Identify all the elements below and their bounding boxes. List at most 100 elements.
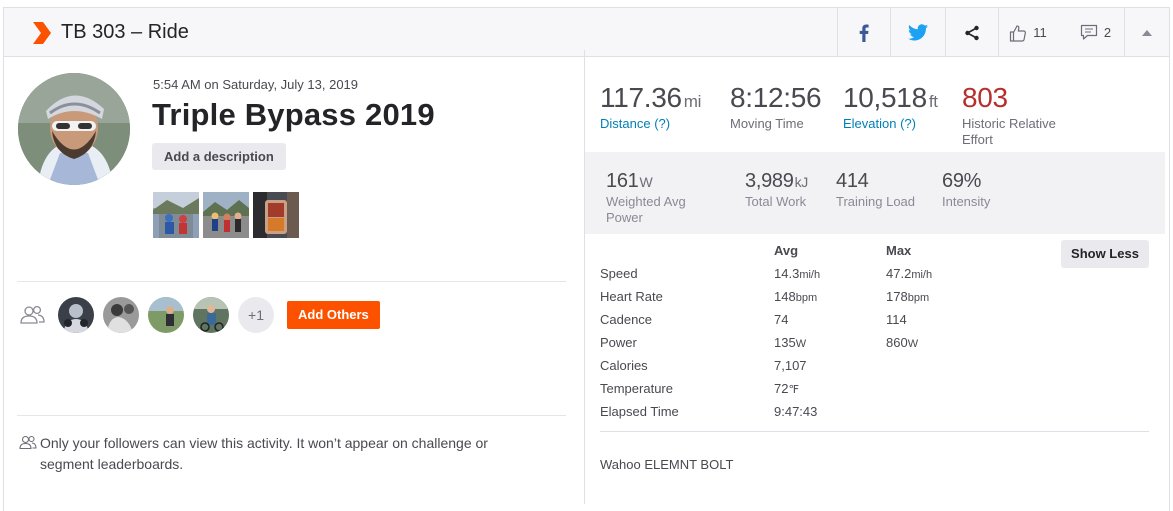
table-header-avg: Avg <box>774 243 799 258</box>
show-less-button[interactable]: Show Less <box>1061 240 1149 268</box>
table-cell-max: 47.2mi/h <box>886 266 932 281</box>
stat-value: 414 <box>836 170 869 192</box>
privacy-notice-line: Only your followers can view this activi… <box>40 435 488 451</box>
table-cell-avg: 135W <box>774 335 806 350</box>
twitter-icon <box>908 24 928 41</box>
stat-value: 803 <box>962 82 1008 113</box>
comment-icon <box>1080 24 1097 40</box>
cell-value: 47.2 <box>886 266 912 281</box>
kudos-count: 11 <box>1033 25 1047 40</box>
table-cell-max: 114 <box>886 312 907 327</box>
cell-value: 148 <box>774 289 796 304</box>
activity-title[interactable]: Triple Bypass 2019 <box>152 97 435 133</box>
section-divider <box>17 281 566 282</box>
stat-label: Training Load <box>836 194 916 209</box>
column-separator <box>584 50 585 504</box>
cell-unit: W <box>907 338 919 350</box>
athlete-avatar[interactable] <box>18 73 130 185</box>
stat-label: Total Work <box>745 194 807 209</box>
table-row-label: Elapsed Time <box>600 404 679 419</box>
cell-value: 178 <box>886 289 908 304</box>
kudos-button[interactable]: 11 <box>998 8 1057 57</box>
table-row-label: Calories <box>600 358 648 373</box>
athlete-photo <box>58 297 94 333</box>
stat-label-line: Weighted Avg <box>606 194 686 209</box>
facebook-share-button[interactable] <box>837 8 890 57</box>
activity-header-title: TB 303 – Ride <box>61 21 189 43</box>
cell-value: 74 <box>774 312 789 327</box>
stat-elevation: 10,518 ft Elevation (?) <box>843 82 938 132</box>
table-row-label: Temperature <box>600 381 673 396</box>
table-row-label: Cadence <box>600 312 653 327</box>
table-cell-avg: 72℉ <box>774 381 799 396</box>
stat-unit: mi <box>683 92 702 111</box>
table-row-label: Power <box>600 335 637 350</box>
table-cell-avg: 148bpm <box>774 289 817 304</box>
add-others-button[interactable]: Add Others <box>287 301 380 329</box>
cell-unit: W <box>795 338 807 350</box>
stat-relative-effort[interactable]: 803 Historic Relative Effort <box>962 82 1056 148</box>
table-row-label: Speed <box>600 266 638 281</box>
stat-unit: ft <box>928 92 938 111</box>
stat-value: 8:12:56 <box>730 82 822 113</box>
stat-label-line: Power <box>606 210 643 225</box>
stat-label: Weighted Avg Power <box>606 194 686 226</box>
comment-count: 2 <box>1103 25 1112 40</box>
more-athletes-button[interactable]: +1 <box>238 297 274 333</box>
cell-value: 135 <box>774 335 796 350</box>
athlete-photo <box>148 297 184 333</box>
cell-value: 14.3 <box>774 266 800 281</box>
group-athlete-avatar[interactable] <box>193 297 229 333</box>
cell-value: 9:47:43 <box>774 404 818 419</box>
stat-weighted-avg-power: 161W Weighted Avg Power <box>606 170 686 226</box>
activity-photo-2[interactable] <box>203 192 249 238</box>
add-description-button[interactable]: Add a description <box>152 143 286 170</box>
activity-photo-3[interactable] <box>253 192 299 238</box>
activity-date: 5:54 AM on Saturday, July 13, 2019 <box>153 77 359 92</box>
stat-value: 10,518 <box>843 82 927 113</box>
group-athlete-avatar[interactable] <box>148 297 184 333</box>
distance-help-link[interactable]: Distance (?) <box>600 116 701 132</box>
table-cell-avg: 14.3mi/h <box>774 266 820 281</box>
stat-value: 117.36 <box>600 82 682 113</box>
strava-logo-icon <box>33 22 51 44</box>
table-header-max: Max <box>886 243 912 258</box>
group-athlete-avatar[interactable] <box>58 297 94 333</box>
activity-photo-1[interactable] <box>153 192 199 238</box>
stat-value: 161 <box>606 170 639 192</box>
device-name: Wahoo ELEMNT BOLT <box>600 457 734 472</box>
stat-value: 3,989 <box>745 170 794 192</box>
collapse-button[interactable] <box>1124 8 1169 57</box>
stat-unit: W <box>639 174 653 190</box>
table-row-label: Heart Rate <box>600 289 663 304</box>
cell-unit: bpm <box>907 292 930 304</box>
stat-label: Historic Relative Effort <box>962 116 1056 148</box>
share-button[interactable] <box>945 8 998 57</box>
stat-value: 69% <box>942 170 982 192</box>
twitter-share-button[interactable] <box>890 8 945 57</box>
table-cell-avg: 9:47:43 <box>774 404 817 419</box>
activity-header: TB 303 – Ride 11 2 <box>4 8 1169 57</box>
athlete-photo <box>18 73 130 185</box>
comments-button[interactable]: 2 <box>1067 8 1124 57</box>
privacy-notice: Only your followers can view this activi… <box>40 433 560 475</box>
section-divider <box>17 415 566 416</box>
stat-label: Moving Time <box>730 116 804 131</box>
cell-value: 7,107 <box>774 358 807 373</box>
section-divider <box>600 431 1149 432</box>
cell-unit: mi/h <box>799 269 821 281</box>
share-icon <box>965 25 979 40</box>
stat-label-line: Effort <box>962 132 993 147</box>
people-icon <box>20 305 45 324</box>
elevation-help-link[interactable]: Elevation (?) <box>843 116 938 132</box>
stat-unit: kJ <box>794 174 809 190</box>
photo-thumbnail <box>253 192 299 238</box>
stat-total-work: 3,989kJ Total Work <box>745 170 808 210</box>
group-athlete-avatar[interactable] <box>103 297 139 333</box>
facebook-icon <box>859 24 869 42</box>
followers-icon <box>19 435 37 450</box>
table-cell-max: 860W <box>886 335 918 350</box>
stat-label-line: Historic Relative <box>962 116 1056 131</box>
stat-moving-time: 8:12:56 Moving Time <box>730 82 822 132</box>
privacy-notice-line: segment leaderboards. <box>40 456 184 472</box>
